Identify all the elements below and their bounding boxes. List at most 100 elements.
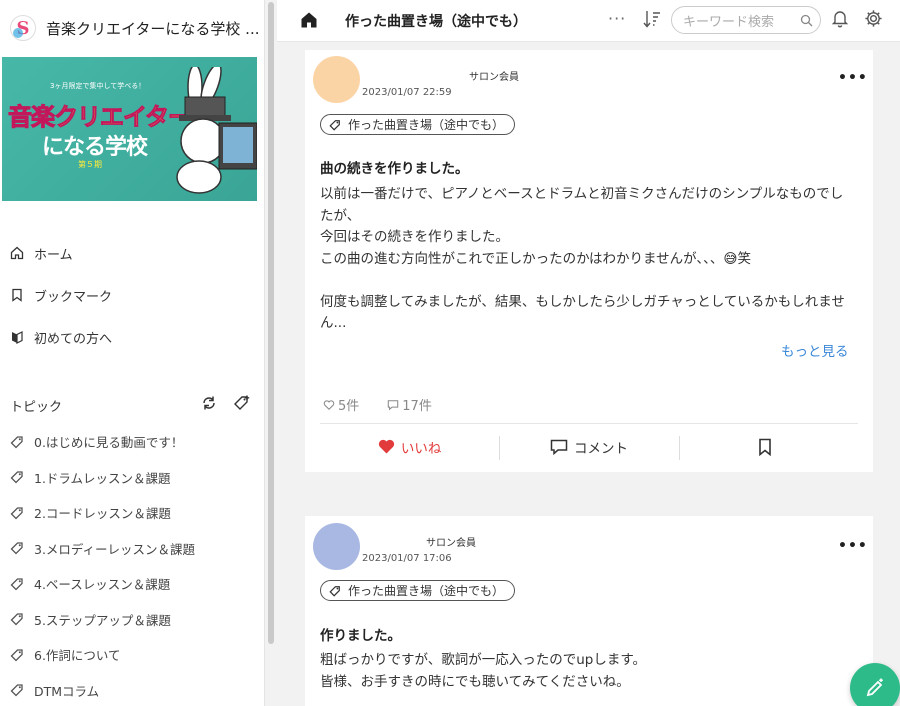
nav-item-beginners[interactable]: 初めての方へ xyxy=(0,316,264,358)
post-more-icon[interactable]: ••• xyxy=(838,538,868,554)
topic-item[interactable]: DTMコラム xyxy=(0,673,264,706)
sidebar-nav: ホーム ブックマーク 初めての方へ xyxy=(0,232,264,358)
topic-label: 6.作詞について xyxy=(34,648,121,664)
post-body-line: この曲の進む方向性がこれで正しかったのかはわかりませんが、、、😅笑 xyxy=(320,250,751,267)
topic-label: 5.ステップアップ＆課題 xyxy=(34,612,171,628)
post-more-icon[interactable]: ••• xyxy=(838,70,868,86)
post-topic-tag[interactable]: 作った曲置き場（途中でも） xyxy=(320,114,516,135)
search-icon xyxy=(800,14,813,27)
sort-icon[interactable] xyxy=(642,9,662,29)
nav-item-beginners-label: 初めての方へ xyxy=(34,331,113,347)
nav-item-bookmark-label: ブックマーク xyxy=(34,289,113,305)
tag-icon xyxy=(10,684,23,697)
banner-title-line2: になる学校 xyxy=(42,135,148,160)
topic-list: 0.はじめに見る動画です！ 1.ドラムレッスン＆課題 2.コードレッスン＆課題 … xyxy=(0,424,264,706)
tag-icon xyxy=(10,649,23,662)
banner-badge: 第５期 xyxy=(78,160,102,169)
nav-item-home[interactable]: ホーム xyxy=(0,232,264,274)
post-body: 以前は一番だけで、ピアノとベースとドラムと初音ミクさんだけのシンプルなものでし … xyxy=(320,184,865,335)
post-body-line: 皆様、お手すきの時にでも聴いてみてくださいね。 xyxy=(320,673,630,690)
post-title: 作りました。 xyxy=(320,628,401,644)
topic-item[interactable]: 3.メロディーレッスン＆課題 xyxy=(0,531,264,567)
bookmark-icon xyxy=(12,288,22,302)
comment-button-label: コメント xyxy=(573,440,628,457)
topic-item[interactable]: 0.はじめに見る動画です！ xyxy=(0,424,264,460)
search-placeholder: キーワード検索 xyxy=(683,14,775,30)
post-topic-tag[interactable]: 作った曲置き場（途中でも） xyxy=(320,580,516,601)
post-card: サロン会員 2023/01/07 22:59 ••• 作った曲置き場（途中でも）… xyxy=(305,50,873,472)
like-count-value: 5件 xyxy=(338,399,360,414)
refresh-icon[interactable] xyxy=(201,395,217,411)
topics-header: トピック xyxy=(0,392,264,418)
sidebar: S 音楽クリエイターになる学校 ... 3ヶ月限定で集中して学べる！ 音楽クリエ… xyxy=(0,0,265,706)
avatar[interactable] xyxy=(313,56,360,103)
like-button[interactable]: いいね xyxy=(320,424,499,469)
tag-icon xyxy=(10,507,23,520)
heart-filled-icon xyxy=(378,439,395,454)
topic-label: 4.ベースレッスン＆課題 xyxy=(34,577,171,593)
tag-icon xyxy=(10,471,23,484)
post-body-line: ん... xyxy=(320,315,347,331)
community-title[interactable]: 音楽クリエイターになる学校 ... xyxy=(46,18,259,39)
post-body-line xyxy=(320,270,865,292)
post-body: 粗ばっかりですが、歌詞が一応入ったのでupします。 皆様、お手すきの時にでも聴い… xyxy=(320,650,865,693)
top-bar: 作った曲置き場（途中でも） ··· キーワード検索 xyxy=(277,0,900,42)
page-title: 作った曲置き場（途中でも） xyxy=(345,14,527,30)
sidebar-scrollbar[interactable] xyxy=(268,2,274,644)
nav-item-bookmark[interactable]: ブックマーク xyxy=(0,274,264,316)
tag-icon xyxy=(10,613,23,626)
post-topic-label: 作った曲置き場（途中でも） xyxy=(348,584,505,598)
post-body-line: たが、 xyxy=(320,207,361,224)
search-input[interactable]: キーワード検索 xyxy=(671,6,821,34)
add-tag-icon[interactable] xyxy=(233,395,251,411)
topic-label: 2.コードレッスン＆課題 xyxy=(34,506,171,522)
comment-button[interactable]: コメント xyxy=(499,424,678,469)
sidebar-header[interactable]: S 音楽クリエイターになる学校 ... xyxy=(0,0,264,56)
like-button-label: いいね xyxy=(400,440,442,457)
post-actions: いいね コメント xyxy=(320,423,858,469)
home-icon[interactable] xyxy=(300,11,318,29)
topic-item[interactable]: 6.作詞について xyxy=(0,637,264,673)
tag-icon xyxy=(10,578,23,591)
topics-heading: トピック xyxy=(10,399,63,415)
home-outline-icon xyxy=(10,246,24,260)
banner-small-text: 3ヶ月限定で集中して学べる！ xyxy=(50,82,146,90)
post-body-line: 何度も調整してみましたが、結果、もしかしたら少しガチャっとしているかもしれませ xyxy=(320,293,845,310)
post-body-line: 以前は一番だけで、ピアノとベースとドラムと初音ミクさんだけのシンプルなものでし xyxy=(320,186,844,202)
topic-label: DTMコラム xyxy=(34,683,100,699)
topic-label: 1.ドラムレッスン＆課題 xyxy=(34,470,171,486)
new-post-button[interactable] xyxy=(850,663,900,706)
post-date: 2023/01/07 17:06 xyxy=(362,553,452,564)
more-options-icon[interactable]: ··· xyxy=(608,9,626,28)
heart-outline-icon xyxy=(323,399,335,410)
bookmark-icon xyxy=(759,438,772,456)
pencil-sparkle-icon xyxy=(866,678,883,697)
tag-icon xyxy=(10,542,23,555)
notification-bell-icon[interactable] xyxy=(831,9,849,28)
post-title: 曲の続きを作りました。 xyxy=(320,161,469,177)
post-body-line: 粗ばっかりですが、歌詞が一応入ったのでupします。 xyxy=(320,652,647,668)
settings-gear-icon[interactable] xyxy=(864,9,883,28)
read-more-link[interactable]: もっと見る xyxy=(781,340,849,360)
beginner-mark-icon xyxy=(12,331,23,344)
comment-outline-icon xyxy=(388,399,399,410)
bunny-mascot-illustration xyxy=(176,67,257,194)
topic-item[interactable]: 1.ドラムレッスン＆課題 xyxy=(0,460,264,496)
post-card: サロン会員 2023/01/07 17:06 ••• 作った曲置き場（途中でも）… xyxy=(305,516,873,706)
tag-icon xyxy=(10,436,23,449)
topic-item[interactable]: 2.コードレッスン＆課題 xyxy=(0,495,264,531)
like-count[interactable]: 5件 xyxy=(323,395,373,414)
topic-item[interactable]: 5.ステップアップ＆課題 xyxy=(0,602,264,638)
topic-label: 3.メロディーレッスン＆課題 xyxy=(34,541,196,557)
tag-icon xyxy=(329,119,340,131)
community-banner: 3ヶ月限定で集中して学べる！ 音楽クリエイター になる学校 第５期 xyxy=(2,57,257,201)
bookmark-button[interactable] xyxy=(678,424,858,469)
avatar[interactable] xyxy=(313,523,360,570)
banner-title-line1: 音楽クリエイター xyxy=(7,103,192,132)
comment-count[interactable]: 17件 xyxy=(387,395,446,414)
topic-item[interactable]: 4.ベースレッスン＆課題 xyxy=(0,566,264,602)
comment-icon xyxy=(550,439,568,455)
post-topic-label: 作った曲置き場（途中でも） xyxy=(348,118,505,132)
topic-label: 0.はじめに見る動画です！ xyxy=(34,435,184,451)
tag-icon xyxy=(329,585,340,597)
